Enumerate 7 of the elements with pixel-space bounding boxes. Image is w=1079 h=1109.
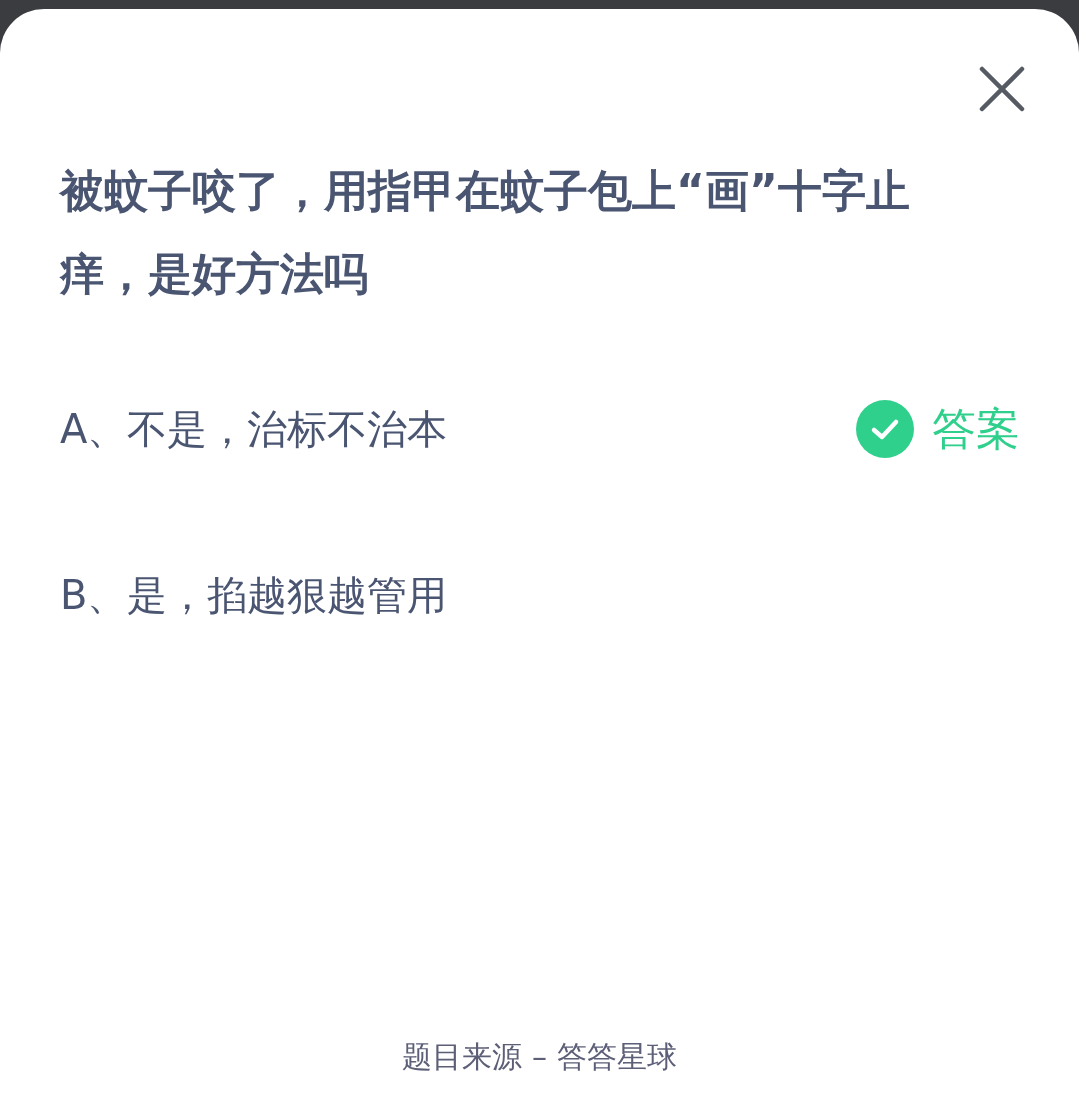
option-text[interactable]: A、不是，治标不治本 (60, 399, 448, 459)
answer-label: 答案 (932, 402, 1020, 456)
question-text: 被蚊子咬了，用指甲在蚊子包上“画”十字止痒，是好方法吗 (60, 164, 911, 301)
option-text[interactable]: B、是，掐越狠越管用 (60, 565, 448, 625)
close-icon (979, 66, 1025, 112)
source-text: 题目来源 – 答答星球 (401, 1038, 678, 1076)
close-button[interactable] (977, 64, 1027, 114)
